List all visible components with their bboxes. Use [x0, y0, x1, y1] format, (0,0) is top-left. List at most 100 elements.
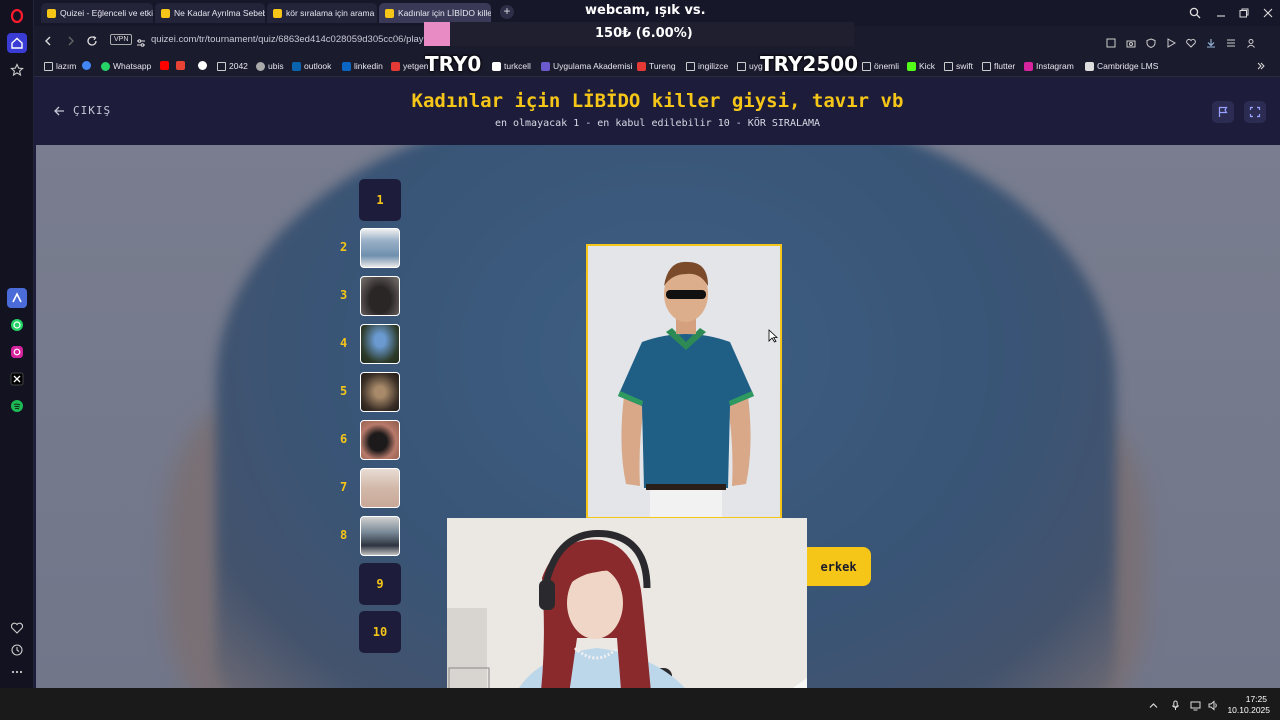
- yetgen-icon: [391, 61, 400, 71]
- bookmark-item[interactable]: turkcell: [492, 61, 531, 71]
- fullscreen-button[interactable]: [1244, 101, 1266, 123]
- bookmark-item[interactable]: ubis: [256, 61, 284, 71]
- bookmark-label: outlook: [304, 61, 332, 71]
- bookmark-item[interactable]: Whatsapp: [101, 61, 151, 71]
- play-icon[interactable]: [1166, 35, 1177, 48]
- profile-icon[interactable]: [1246, 35, 1256, 48]
- taskbar-date[interactable]: 10.10.2025: [1227, 705, 1270, 715]
- edit-icon[interactable]: [1106, 35, 1116, 48]
- bookmark-item[interactable]: [82, 61, 91, 70]
- taskbar-time[interactable]: 17:25: [1246, 694, 1267, 704]
- microphone-icon[interactable]: [1170, 698, 1181, 716]
- rank-slot-2[interactable]: 2: [340, 227, 402, 269]
- bookmark-item[interactable]: flutter: [982, 61, 1015, 71]
- quiz-subtitle: en olmayacak 1 - en kabul edilebilir 10 …: [494, 118, 821, 129]
- spotify-icon[interactable]: [7, 396, 27, 416]
- volume-icon[interactable]: [1208, 698, 1219, 716]
- empty-rank-slot[interactable]: 9: [359, 563, 401, 605]
- more-icon[interactable]: [7, 662, 27, 682]
- rank-slot-4[interactable]: 4: [340, 323, 402, 365]
- rank-number: 2: [340, 240, 348, 254]
- rank-thumbnail[interactable]: [360, 468, 400, 508]
- rank-slot-10[interactable]: 10: [340, 611, 402, 653]
- back-icon[interactable]: [42, 34, 54, 52]
- empty-rank-slot[interactable]: 10: [359, 611, 401, 653]
- rank-slot-5[interactable]: 5: [340, 371, 402, 413]
- bookmark-item[interactable]: uyg: [737, 61, 763, 71]
- choice-button[interactable]: erkek: [800, 547, 871, 586]
- tab-ayrilma[interactable]: Ne Kadar Ayrılma Sebebi?: [155, 3, 265, 23]
- rank-slot-7[interactable]: 7: [340, 467, 402, 509]
- bookmark-item[interactable]: Uygulama Akademisi: [541, 61, 632, 71]
- camera-icon[interactable]: [1126, 35, 1136, 48]
- tab-libido-active[interactable]: Kadınlar için LİBİDO killer: [379, 3, 491, 23]
- rank-thumbnail[interactable]: [360, 420, 400, 460]
- bookmark-label: önemli: [874, 61, 900, 71]
- doc-icon: [1085, 61, 1094, 71]
- bookmark-item[interactable]: Kick: [907, 61, 935, 71]
- rank-slot-8[interactable]: 8: [340, 515, 402, 557]
- opera-logo-icon[interactable]: [7, 6, 27, 26]
- bookmark-heart-icon[interactable]: [1186, 35, 1196, 48]
- quizei-favicon-icon: [385, 8, 394, 18]
- site-settings-icon[interactable]: [136, 35, 146, 53]
- bookmarks-overflow-icon[interactable]: [1256, 61, 1266, 71]
- new-tab-plus-icon[interactable]: +: [500, 5, 514, 19]
- network-icon[interactable]: [1190, 698, 1201, 716]
- menu-icon[interactable]: [1226, 35, 1236, 47]
- x-twitter-icon[interactable]: [7, 369, 27, 389]
- bookmark-item[interactable]: [176, 61, 185, 70]
- aria-icon[interactable]: [7, 288, 27, 308]
- tab-quizei[interactable]: Quizei - Eğlenceli ve etkil: [41, 3, 153, 23]
- academy-icon: [541, 61, 550, 71]
- heart-icon[interactable]: [7, 618, 27, 638]
- shield-icon[interactable]: [1146, 35, 1156, 49]
- star-icon[interactable]: [7, 60, 27, 80]
- instagram-icon[interactable]: [7, 342, 27, 362]
- rank-slot-1[interactable]: 1: [340, 179, 402, 221]
- minimize-icon[interactable]: [1215, 6, 1227, 24]
- bookmark-item[interactable]: ingilizce: [686, 61, 728, 71]
- bookmark-item[interactable]: önemli: [862, 61, 899, 71]
- download-icon[interactable]: [1206, 35, 1216, 48]
- rank-thumbnail[interactable]: [360, 372, 400, 412]
- rank-slot-9[interactable]: 9: [340, 563, 402, 605]
- bookmarks-bar: lazım Whatsapp 2042 ubis outlook linkedin yetg…: [34, 55, 1280, 77]
- search-tabs-icon[interactable]: [1189, 6, 1201, 24]
- bookmark-item[interactable]: Tureng: [637, 61, 676, 71]
- restore-icon[interactable]: [1238, 6, 1250, 24]
- bookmark-item[interactable]: outlook: [292, 61, 331, 71]
- chevron-up-icon[interactable]: [1148, 698, 1159, 716]
- history-icon[interactable]: [7, 640, 27, 660]
- bookmark-label: 2042: [229, 61, 248, 71]
- report-flag-button[interactable]: [1212, 101, 1234, 123]
- close-window-icon[interactable]: [1262, 6, 1274, 24]
- rank-thumbnail[interactable]: [360, 324, 400, 364]
- bookmark-item[interactable]: [160, 61, 169, 70]
- home-icon[interactable]: [7, 33, 27, 53]
- rank-slot-3[interactable]: 3: [340, 275, 402, 317]
- url-field[interactable]: quizei.com/tr/tournament/quiz/6863ed414c…: [151, 34, 424, 45]
- rank-thumbnail[interactable]: [360, 516, 400, 556]
- bookmark-item[interactable]: linkedin: [342, 61, 383, 71]
- whatsapp-icon[interactable]: [7, 315, 27, 335]
- flag-icon: [1218, 106, 1228, 117]
- forward-icon[interactable]: [65, 34, 77, 52]
- bookmark-item[interactable]: 2042: [217, 61, 248, 71]
- tab-label: Quizei - Eğlenceli ve etkil: [60, 8, 153, 18]
- tab-kor-siralama[interactable]: kör sıralama için arama so: [267, 3, 377, 23]
- bookmark-label: swift: [956, 61, 973, 71]
- bookmark-item[interactable]: yetgen: [391, 61, 429, 71]
- vpn-badge[interactable]: VPN: [110, 34, 133, 45]
- bookmark-item[interactable]: Cambridge LMS: [1085, 61, 1158, 71]
- rank-thumbnail[interactable]: [360, 228, 400, 268]
- rank-slot-6[interactable]: 6: [340, 419, 402, 461]
- rank-thumbnail[interactable]: [360, 276, 400, 316]
- bookmark-item[interactable]: [198, 61, 207, 70]
- bookmark-item[interactable]: lazım: [44, 61, 76, 71]
- bookmark-item[interactable]: Instagram: [1024, 61, 1074, 71]
- folder-icon: [862, 61, 871, 71]
- bookmark-item[interactable]: swift: [944, 61, 973, 71]
- empty-rank-slot[interactable]: 1: [359, 179, 401, 221]
- reload-icon[interactable]: [86, 34, 98, 52]
